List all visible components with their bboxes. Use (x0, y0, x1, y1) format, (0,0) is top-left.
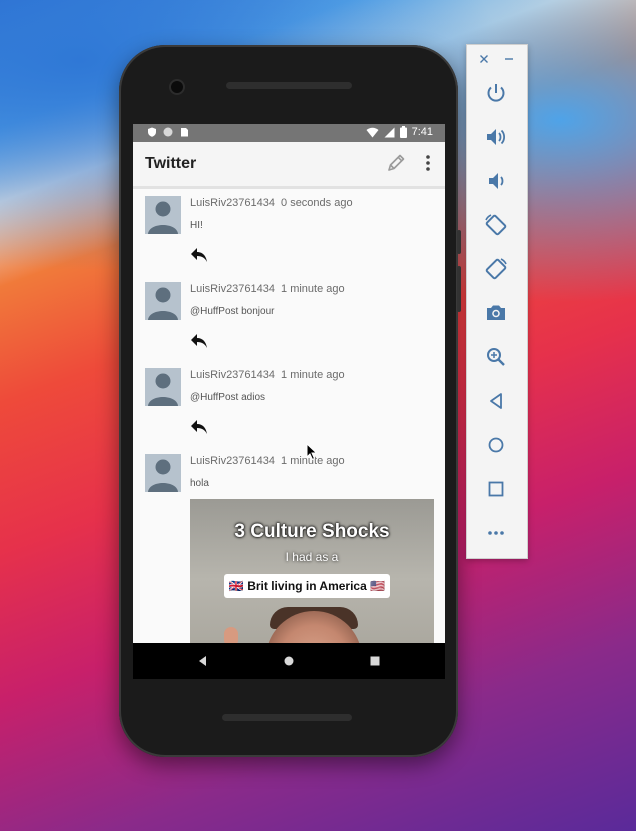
edit-icon[interactable] (385, 152, 407, 174)
default-avatar-icon (148, 201, 178, 234)
tweet-text: HI! (190, 220, 203, 231)
device-volume-rocker (457, 266, 461, 312)
wifi-icon (366, 127, 379, 137)
volume-up-icon[interactable] (483, 124, 509, 150)
circle-notification-icon (163, 127, 173, 137)
video-person-hand (224, 627, 238, 643)
shield-notification-icon (148, 127, 156, 137)
nav-home-icon[interactable] (281, 653, 297, 669)
tweet-item[interactable]: LuisRiv23761434 1 minute ago @HuffPost bo… (133, 275, 445, 361)
close-icon[interactable] (479, 54, 489, 64)
zoom-icon[interactable] (483, 344, 509, 370)
rotate-right-icon[interactable] (483, 256, 509, 282)
tweet-username[interactable]: LuisRiv23761434 (190, 197, 275, 209)
reply-icon[interactable] (190, 333, 208, 349)
minimize-icon[interactable] (504, 54, 514, 64)
default-avatar-icon (148, 287, 178, 320)
toolbar-window-controls (467, 51, 527, 67)
device-side-button (457, 230, 461, 254)
volume-down-icon[interactable] (483, 168, 509, 194)
power-icon[interactable] (483, 80, 509, 106)
mouse-cursor-icon (306, 443, 318, 461)
tweet-timestamp: 0 seconds ago (281, 197, 353, 209)
android-nav-bar (133, 643, 445, 679)
status-bar: 7:41 (133, 124, 445, 142)
tweet-meta: LuisRiv23761434 1 minute ago (190, 369, 345, 381)
tweet-timestamp: 1 minute ago (281, 283, 345, 295)
device-front-camera (171, 81, 183, 93)
app-bar: Twitter (133, 142, 445, 189)
tweet-text: hola (190, 478, 209, 489)
reply-icon[interactable] (190, 419, 208, 435)
reply-icon[interactable] (190, 247, 208, 263)
tweet-item[interactable]: LuisRiv23761434 1 minute ago @HuffPost ad… (133, 361, 445, 447)
default-avatar-icon (148, 373, 178, 406)
tweet-username[interactable]: LuisRiv23761434 (190, 369, 275, 381)
tweet-meta: LuisRiv23761434 0 seconds ago (190, 197, 353, 209)
sd-card-icon (181, 128, 188, 137)
avatar[interactable] (145, 454, 181, 492)
tweet-item[interactable]: LuisRiv23761434 0 seconds ago HI! (133, 189, 445, 275)
status-time: 7:41 (411, 126, 433, 138)
media-caption-chip: 🇬🇧 Brit living in America 🇺🇸 (224, 574, 390, 598)
tweet-username[interactable]: LuisRiv23761434 (190, 455, 275, 467)
tweet-meta: LuisRiv23761434 1 minute ago (190, 283, 345, 295)
media-headline: 3 Culture Shocks (234, 521, 390, 542)
tweet-username[interactable]: LuisRiv23761434 (190, 283, 275, 295)
app-title: Twitter (145, 155, 197, 172)
more-horiz-icon[interactable] (483, 520, 509, 546)
home-icon[interactable] (483, 432, 509, 458)
emulator-toolbar (466, 44, 528, 559)
tweet-meta: LuisRiv23761434 1 minute ago (190, 455, 345, 467)
media-subline: I had as a (285, 550, 339, 564)
nav-back-icon[interactable] (195, 653, 211, 669)
device-bottom-speaker (222, 714, 352, 721)
tweet-text: @HuffPost bonjour (190, 306, 275, 317)
tweet-timestamp: 1 minute ago (281, 369, 345, 381)
overview-icon[interactable] (483, 476, 509, 502)
nav-overview-icon[interactable] (367, 653, 383, 669)
tweet-text: @HuffPost adios (190, 392, 266, 403)
camera-icon[interactable] (483, 300, 509, 326)
tweet-media-video[interactable]: 3 Culture Shocks I had as a 🇬🇧 Brit livi… (190, 499, 434, 643)
avatar[interactable] (145, 196, 181, 234)
device-screen: 7:41 Twitter LuisRiv23761434 0 seconds ag… (133, 124, 445, 643)
avatar[interactable] (145, 282, 181, 320)
default-avatar-icon (148, 459, 178, 492)
avatar[interactable] (145, 368, 181, 406)
rotate-left-icon[interactable] (483, 212, 509, 238)
device-earpiece (226, 82, 352, 89)
signal-icon (384, 127, 395, 137)
more-vert-icon[interactable] (423, 153, 433, 173)
battery-icon (399, 126, 407, 138)
back-icon[interactable] (483, 388, 509, 414)
